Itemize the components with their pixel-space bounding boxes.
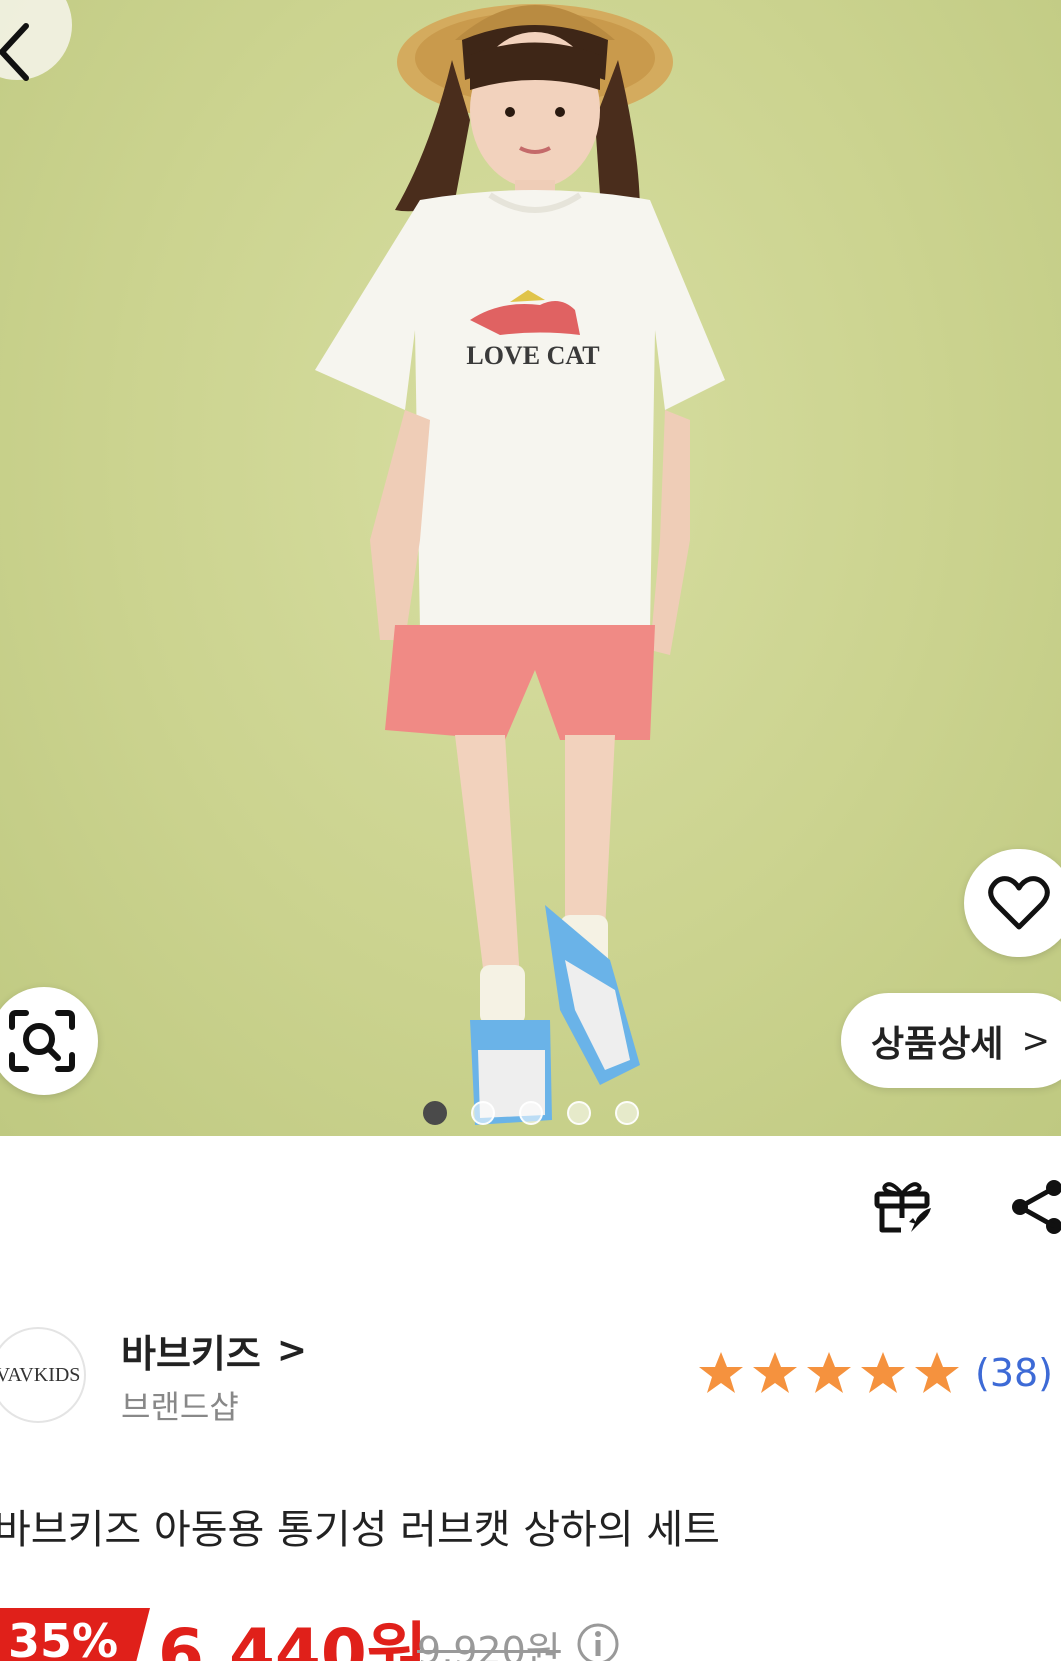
chevron-right-icon: > — [1021, 1020, 1050, 1061]
discount-badge: 35% — [0, 1608, 150, 1661]
carousel-dot[interactable] — [615, 1101, 639, 1125]
wishlist-button[interactable] — [964, 849, 1061, 957]
product-detail-label: 상품상세 — [871, 1023, 1004, 1065]
brand-name-link[interactable]: 바브키즈 > — [121, 1323, 307, 1378]
product-detail-page: LOVE CAT 상품상세 > VAVKIDS 바브키즈 > 브랜드샵 (38)… — [0, 0, 1061, 1661]
product-photo: LOVE CAT — [315, 4, 725, 1125]
carousel-indicators — [423, 1101, 639, 1125]
star-icon — [915, 1352, 959, 1393]
carousel-dot[interactable] — [519, 1101, 543, 1125]
brand-shop-label: 브랜드샵 — [121, 1388, 239, 1426]
share-icon[interactable] — [1008, 1178, 1061, 1236]
product-title: 바브키즈 아동용 통기성 러브캣 상하의 세트 — [0, 1507, 720, 1553]
review-rating[interactable]: (38) — [697, 1350, 1053, 1396]
product-detail-button[interactable]: 상품상세 > — [841, 993, 1061, 1088]
star-icon — [699, 1352, 743, 1393]
sale-price: 6,440원 — [158, 1615, 428, 1661]
brand-logo-text: VAVKIDS — [0, 1363, 81, 1386]
product-image-carousel[interactable]: LOVE CAT 상품상세 > — [0, 0, 1061, 1136]
star-icon — [807, 1352, 851, 1393]
carousel-dot[interactable] — [471, 1101, 495, 1125]
price-row: 35% 6,440원 9,920원 — [0, 1598, 1061, 1661]
info-icon[interactable] — [576, 1622, 620, 1661]
back-arrow-icon — [0, 23, 29, 81]
star-icon — [861, 1352, 905, 1393]
brand-name: 바브키즈 — [121, 1332, 261, 1376]
gift-icon[interactable] — [873, 1178, 933, 1236]
review-count: (38) — [975, 1351, 1054, 1395]
chevron-right-icon: > — [276, 1330, 308, 1371]
star-icon — [753, 1352, 797, 1393]
carousel-dot[interactable] — [567, 1101, 591, 1125]
carousel-dot[interactable] — [423, 1101, 447, 1125]
zoom-search-icon — [9, 1010, 75, 1072]
original-price: 9,920원 — [417, 1629, 561, 1661]
rating-stars — [697, 1350, 961, 1396]
shirt-print-text: LOVE CAT — [466, 341, 599, 370]
brand-logo[interactable]: VAVKIDS — [0, 1327, 86, 1423]
heart-icon — [988, 876, 1050, 930]
